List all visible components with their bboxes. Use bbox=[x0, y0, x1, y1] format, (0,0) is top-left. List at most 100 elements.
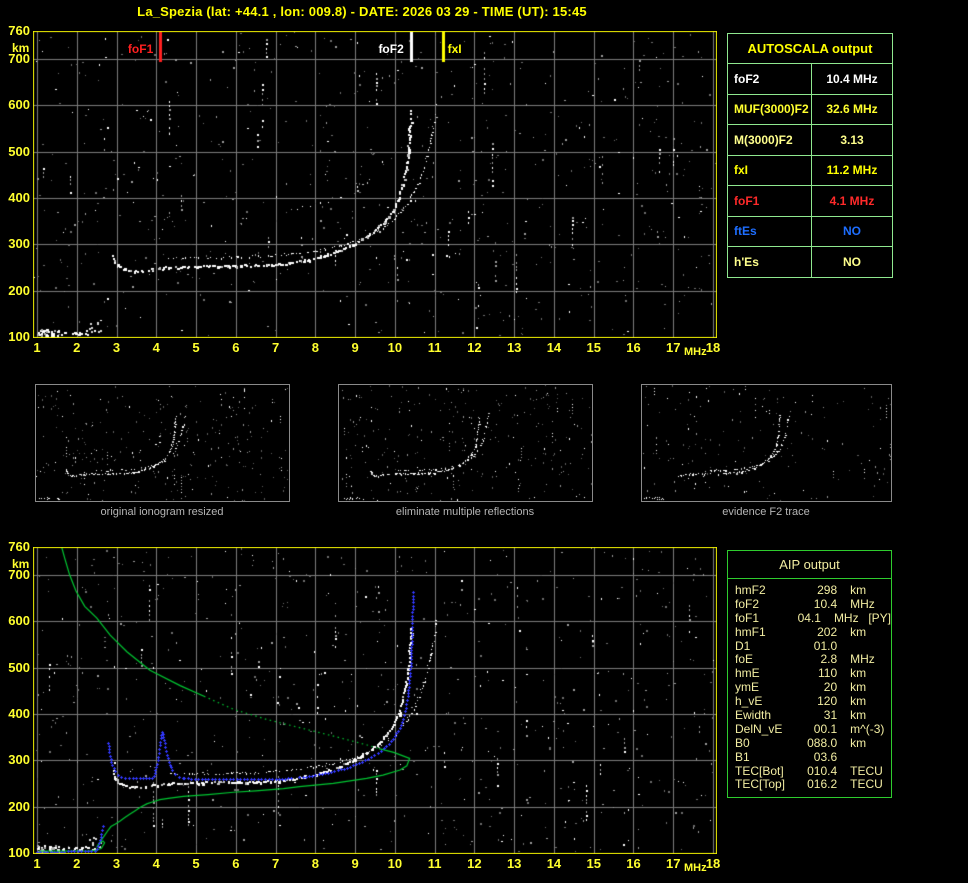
aip-row-d1: D1 01.0 bbox=[728, 638, 891, 654]
param-unit: km bbox=[850, 694, 867, 709]
aip-row-hve: h_vE 120 km bbox=[728, 694, 891, 709]
param-unit: km bbox=[850, 735, 867, 750]
param-label: M(3000)F2 bbox=[728, 125, 812, 155]
param-name: D1 bbox=[735, 638, 751, 653]
x-tick-label: 5 bbox=[192, 340, 200, 355]
autoscala-row-fof2: foF2 10.4 MHz bbox=[728, 64, 892, 95]
param-label: fxI bbox=[728, 155, 812, 185]
param-name: TEC[Bot] bbox=[735, 763, 784, 778]
param-value: 20 bbox=[823, 680, 838, 695]
param-value: 32.6 MHz bbox=[826, 102, 878, 117]
x-tick-label: 11 bbox=[427, 340, 442, 355]
param-value: 088.0 bbox=[807, 735, 838, 750]
param-name: h_vE bbox=[735, 694, 763, 709]
aip-row-hme: hmE 110 km bbox=[728, 666, 891, 681]
x-tick-label: 2 bbox=[73, 856, 81, 871]
param-unit bbox=[850, 640, 891, 654]
thumb-original-canvas bbox=[36, 385, 289, 501]
marker-label-fxi: fxI bbox=[447, 42, 462, 56]
y-tick-label: 300 bbox=[8, 236, 30, 252]
x-tick-label: 6 bbox=[232, 340, 240, 355]
x-tick-label: 9 bbox=[351, 856, 359, 871]
x-tick-label: 16 bbox=[626, 340, 641, 355]
aip-row-hmf1: hmF1 202 km bbox=[728, 624, 891, 640]
param-name: hmE bbox=[735, 666, 760, 681]
param-unit: TECU bbox=[850, 763, 883, 778]
autoscala-row-fof1: foF1 4.1 MHz bbox=[728, 186, 892, 217]
axis-unit-km: km bbox=[12, 557, 30, 571]
autoscala-row-muf3000f2: MUF(3000)F2 32.6 MHz bbox=[728, 94, 892, 125]
x-tick-label: 11 bbox=[427, 856, 442, 871]
thumb-evidence-f2 bbox=[641, 384, 892, 502]
param-value: 010.4 bbox=[807, 763, 838, 778]
autoscala-screen: La_Spezia (lat: +44.1 , lon: 009.8) - DA… bbox=[0, 0, 968, 883]
x-tick-label: 14 bbox=[546, 856, 562, 871]
param-label: ftEs bbox=[728, 216, 812, 246]
param-value: NO bbox=[843, 254, 861, 269]
aip-row-ewidth: Ewidth 31 km bbox=[728, 708, 891, 723]
x-tick-label: 13 bbox=[506, 856, 522, 871]
param-unit: km bbox=[850, 666, 867, 681]
x-tick-label: 12 bbox=[467, 340, 482, 355]
x-tick-label: 4 bbox=[152, 856, 160, 871]
axis-unit-mhz: MHz bbox=[684, 862, 707, 874]
param-value: 110 bbox=[818, 666, 838, 681]
ionogram-canvas-top bbox=[33, 31, 717, 338]
param-name: Ewidth bbox=[735, 708, 772, 723]
x-tick-label: 8 bbox=[311, 340, 319, 355]
axis-unit-mhz: MHz bbox=[684, 346, 707, 358]
marker-label-fof2: foF2 bbox=[378, 42, 404, 56]
axis-unit-km: km bbox=[12, 41, 30, 55]
y-tick-label: 500 bbox=[8, 659, 30, 675]
param-value: 04.1 bbox=[797, 610, 821, 625]
x-tick-label: 15 bbox=[586, 856, 601, 871]
x-tick-label: 1 bbox=[33, 856, 41, 871]
y-tick-label: 760 bbox=[8, 539, 30, 554]
y-tick-label: 400 bbox=[8, 189, 30, 205]
thumb-eliminate-canvas bbox=[339, 385, 592, 501]
param-extra: [PY] bbox=[868, 610, 891, 625]
param-value: 00.1 bbox=[813, 721, 838, 736]
x-tick-label: 6 bbox=[232, 856, 240, 871]
param-unit: MHz bbox=[833, 610, 859, 625]
x-tick-label: 12 bbox=[467, 856, 482, 871]
x-tick-label: 10 bbox=[387, 340, 403, 355]
param-unit: km bbox=[850, 624, 867, 639]
ionogram-plot-bottom bbox=[33, 547, 717, 854]
x-tick-label: 16 bbox=[626, 856, 641, 871]
aip-output-panel: AIP output hmF2 298 km foF2 10.4 MHz foF1 04.1 M… bbox=[727, 550, 892, 799]
param-value: 298 bbox=[817, 583, 838, 597]
param-value: 120 bbox=[817, 694, 838, 709]
aip-row-b0: B0 088.0 km bbox=[728, 735, 891, 751]
autoscala-row-hes: h'Es NO bbox=[728, 247, 892, 277]
thumb-original-ionogram bbox=[35, 384, 290, 502]
param-label: h'Es bbox=[728, 247, 812, 277]
autoscala-row-m3000f2: M(3000)F2 3.13 bbox=[728, 125, 892, 156]
y-tick-label: 500 bbox=[8, 143, 30, 159]
autoscala-header: AUTOSCALA output bbox=[728, 34, 892, 64]
autoscala-row-ftes: ftEs NO bbox=[728, 216, 892, 247]
x-tick-label: 2 bbox=[73, 340, 81, 355]
param-value: 016.2 bbox=[807, 777, 838, 792]
param-label: MUF(3000)F2 bbox=[728, 94, 812, 124]
param-label: foF2 bbox=[728, 64, 812, 94]
aip-row-tecbot: TEC[Bot] 010.4 TECU bbox=[728, 763, 891, 779]
page-title: La_Spezia (lat: +44.1 , lon: 009.8) - DA… bbox=[137, 4, 587, 19]
x-tick-label: 8 bbox=[311, 856, 319, 871]
aip-row-delnve: DelN_vE 00.1 m^(-3) bbox=[728, 721, 891, 737]
x-tick-label: 3 bbox=[112, 340, 121, 355]
x-tick-label: 7 bbox=[271, 340, 280, 355]
param-value: 4.1 MHz bbox=[829, 193, 875, 208]
param-unit: MHz bbox=[850, 652, 875, 667]
param-value: 03.6 bbox=[813, 749, 838, 764]
param-unit: km bbox=[850, 708, 867, 723]
param-name: B1 bbox=[735, 749, 750, 764]
param-value: 31 bbox=[823, 708, 838, 723]
x-tick-label: 13 bbox=[506, 340, 522, 355]
x-tick-label: 14 bbox=[546, 340, 562, 355]
y-tick-label: 760 bbox=[8, 23, 30, 38]
x-tick-label: 7 bbox=[271, 856, 280, 871]
x-tick-label: 5 bbox=[192, 856, 200, 871]
thumb-eliminate-reflections bbox=[338, 384, 593, 502]
param-value: 3.13 bbox=[840, 132, 864, 147]
